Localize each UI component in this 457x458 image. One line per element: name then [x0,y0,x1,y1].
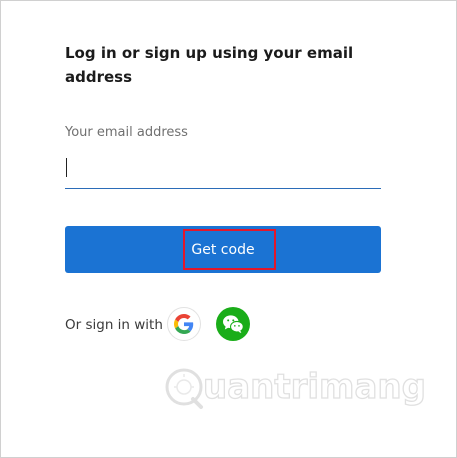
login-panel: Log in or sign up using your email addre… [0,0,457,458]
watermark-logo-icon [165,368,203,409]
email-field[interactable] [65,151,381,189]
google-signin-button[interactable] [167,307,201,341]
social-signin-label: Or sign in with [65,317,163,333]
wechat-signin-button[interactable] [216,307,250,341]
watermark-text: uantrimang [202,366,426,407]
page-title: Log in or sign up using your email addre… [65,44,354,86]
highlight-box [183,229,276,270]
watermark: uantrimang [163,365,427,409]
text-cursor [66,158,67,177]
google-icon [174,314,194,334]
email-field-label: Your email address [65,125,188,140]
wechat-icon [223,315,244,334]
